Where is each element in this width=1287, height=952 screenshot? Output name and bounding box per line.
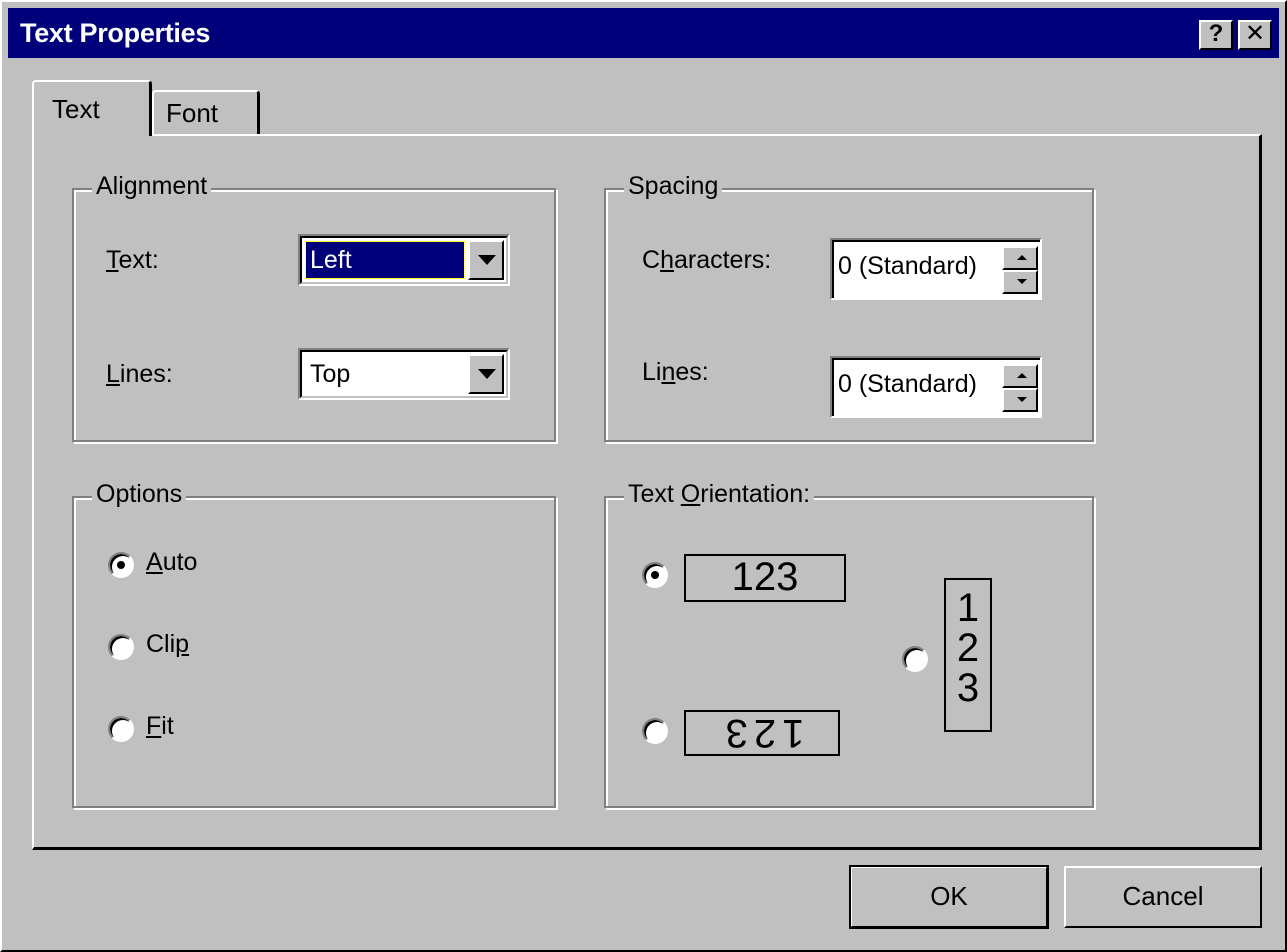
help-button[interactable]: ? xyxy=(1199,20,1233,50)
spacing-group: Spacing Characters: 0 (Standard) Lines: … xyxy=(604,172,1094,442)
option-auto-radio[interactable] xyxy=(108,552,134,578)
alignment-lines-value: Top xyxy=(310,360,351,388)
option-fit-label[interactable]: Fit xyxy=(146,712,174,741)
option-clip-radio[interactable] xyxy=(108,634,134,660)
alignment-text-select[interactable]: Left xyxy=(298,234,510,286)
spacing-characters-value[interactable]: 0 (Standard) xyxy=(838,252,977,281)
spin-up-icon[interactable] xyxy=(1002,246,1038,270)
orientation-horizontal-sample[interactable]: 123 xyxy=(684,554,846,602)
spacing-group-title: Spacing xyxy=(624,172,723,201)
option-fit-radio[interactable] xyxy=(108,716,134,742)
spin-up-icon[interactable] xyxy=(1002,364,1038,388)
chevron-down-icon[interactable] xyxy=(468,240,504,280)
alignment-group: Alignment Text: Left Lines: Top xyxy=(72,172,556,442)
spin-down-icon[interactable] xyxy=(1002,270,1038,294)
close-icon: ✕ xyxy=(1244,20,1266,47)
tab-font-label: Font xyxy=(166,98,219,128)
options-group: Options Auto Clip Fit xyxy=(72,480,556,808)
spin-down-icon[interactable] xyxy=(1002,388,1038,412)
spacing-lines-label: Lines: xyxy=(642,358,709,386)
text-tab-panel: Alignment Text: Left Lines: Top Spacing … xyxy=(32,134,1262,850)
chevron-down-icon[interactable] xyxy=(468,354,504,394)
text-orientation-group: Text Orientation: 123 1 2 3 123 xyxy=(604,480,1094,808)
spacing-characters-label: Characters: xyxy=(642,246,772,274)
spacing-characters-spinner[interactable]: 0 (Standard) xyxy=(830,238,1042,300)
orientation-rotated-sample[interactable]: 123 xyxy=(684,710,840,756)
options-group-title: Options xyxy=(92,480,187,509)
spacing-lines-value[interactable]: 0 (Standard) xyxy=(838,370,977,399)
orientation-rotated-radio[interactable] xyxy=(642,718,668,744)
option-auto-label[interactable]: Auto xyxy=(146,548,197,577)
text-orientation-title: Text Orientation: xyxy=(624,480,815,509)
cancel-button[interactable]: Cancel xyxy=(1064,866,1262,928)
tab-text[interactable]: Text xyxy=(32,80,152,136)
window-title: Text Properties xyxy=(20,18,211,48)
tab-font[interactable]: Font xyxy=(152,90,260,134)
alignment-lines-label: Lines: xyxy=(106,360,173,388)
tab-text-label: Text xyxy=(52,94,100,124)
title-bar[interactable]: Text Properties ? ✕ xyxy=(8,8,1279,58)
alignment-lines-select[interactable]: Top xyxy=(298,348,510,400)
ok-button[interactable]: OK xyxy=(849,865,1049,929)
alignment-group-title: Alignment xyxy=(92,172,212,201)
close-button[interactable]: ✕ xyxy=(1238,20,1272,50)
orientation-horizontal-radio[interactable] xyxy=(642,562,668,588)
orientation-vertical-radio[interactable] xyxy=(902,646,928,672)
alignment-text-value: Left xyxy=(305,241,465,279)
text-properties-dialog: Text Properties ? ✕ Text Font Alignment … xyxy=(0,0,1287,952)
alignment-text-label: Text: xyxy=(106,246,159,274)
orientation-vertical-sample[interactable]: 1 2 3 xyxy=(944,578,992,732)
spacing-lines-spinner[interactable]: 0 (Standard) xyxy=(830,356,1042,418)
option-clip-label[interactable]: Clip xyxy=(146,630,189,659)
